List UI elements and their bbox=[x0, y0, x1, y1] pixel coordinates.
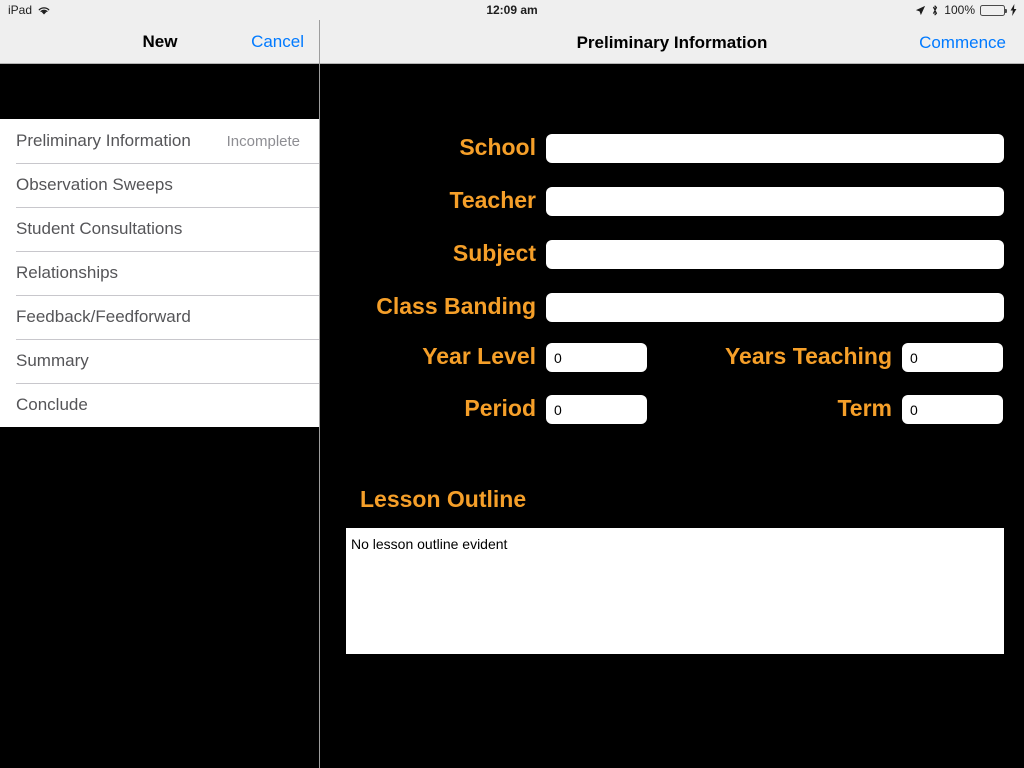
teacher-input[interactable] bbox=[546, 187, 1004, 216]
years-teaching-label: Years Teaching bbox=[724, 343, 892, 369]
sidebar-item-student-consultations[interactable]: Student Consultations bbox=[0, 207, 320, 251]
status-bar-right: 100% bbox=[915, 3, 1017, 17]
class-banding-label: Class Banding bbox=[376, 293, 536, 319]
sidebar-item-preliminary-information[interactable]: Preliminary Information Incomplete bbox=[0, 119, 320, 163]
battery-percent-label: 100% bbox=[944, 3, 975, 17]
sidebar-item-relationships[interactable]: Relationships bbox=[0, 251, 320, 295]
sidebar-item-feedback-feedforward[interactable]: Feedback/Feedforward bbox=[0, 295, 320, 339]
sidebar-item-label: Feedback/Feedforward bbox=[16, 307, 191, 326]
sidebar-item-label: Relationships bbox=[16, 263, 119, 282]
status-bar-clock: 12:09 am bbox=[486, 3, 538, 17]
years-teaching-input[interactable] bbox=[902, 343, 1003, 372]
term-input[interactable] bbox=[902, 395, 1003, 424]
lesson-outline-heading: Lesson Outline bbox=[360, 486, 527, 512]
preliminary-information-form: Lesson Outline School Teacher Subject Class… bbox=[320, 65, 1024, 768]
detail-pane: Preliminary Information Commence Lesson … bbox=[320, 20, 1024, 768]
detail-toolbar: Preliminary Information Commence bbox=[320, 20, 1024, 64]
sidebar-item-label: Student Consultations bbox=[16, 219, 183, 238]
bluetooth-icon bbox=[931, 4, 939, 17]
subject-label: Subject bbox=[452, 240, 536, 266]
master-toolbar: New Cancel bbox=[0, 20, 320, 64]
status-bar: iPad 12:09 am 100% bbox=[0, 0, 1024, 20]
master-pane: New Cancel Preliminary Information Incomp… bbox=[0, 20, 320, 768]
teacher-label: Teacher bbox=[449, 187, 536, 213]
lightning-bolt-icon bbox=[1010, 4, 1017, 16]
year-level-label: Year Level bbox=[422, 343, 536, 369]
subject-input[interactable] bbox=[546, 240, 1004, 269]
school-label: School bbox=[459, 134, 536, 160]
year-level-input[interactable] bbox=[546, 343, 647, 372]
lesson-outline-textarea[interactable] bbox=[346, 528, 1004, 654]
cancel-button[interactable]: Cancel bbox=[251, 32, 304, 52]
sidebar-item-summary[interactable]: Summary bbox=[0, 339, 320, 383]
sidebar-item-conclude[interactable]: Conclude bbox=[0, 383, 320, 427]
sidebar-item-label: Preliminary Information bbox=[16, 131, 191, 150]
term-label: Term bbox=[837, 395, 892, 421]
sidebar-item-label: Observation Sweeps bbox=[16, 175, 173, 194]
sidebar-item-observation-sweeps[interactable]: Observation Sweeps bbox=[0, 163, 320, 207]
master-pane-spacer bbox=[0, 65, 320, 119]
commence-button[interactable]: Commence bbox=[919, 33, 1006, 53]
sidebar-item-status-badge: Incomplete bbox=[226, 132, 300, 150]
ipad-screen: iPad 12:09 am 100% New Cancel Preliminar… bbox=[0, 0, 1024, 768]
pane-divider bbox=[319, 20, 320, 768]
school-input[interactable] bbox=[546, 134, 1004, 163]
sidebar-item-label: Conclude bbox=[16, 395, 88, 414]
sidebar-item-label: Summary bbox=[16, 351, 89, 370]
section-nav-list: Preliminary Information Incomplete Observa… bbox=[0, 119, 320, 427]
period-input[interactable] bbox=[546, 395, 647, 424]
battery-icon bbox=[980, 4, 1007, 16]
location-arrow-icon bbox=[915, 5, 926, 16]
class-banding-input[interactable] bbox=[546, 293, 1004, 322]
period-label: Period bbox=[464, 395, 536, 421]
